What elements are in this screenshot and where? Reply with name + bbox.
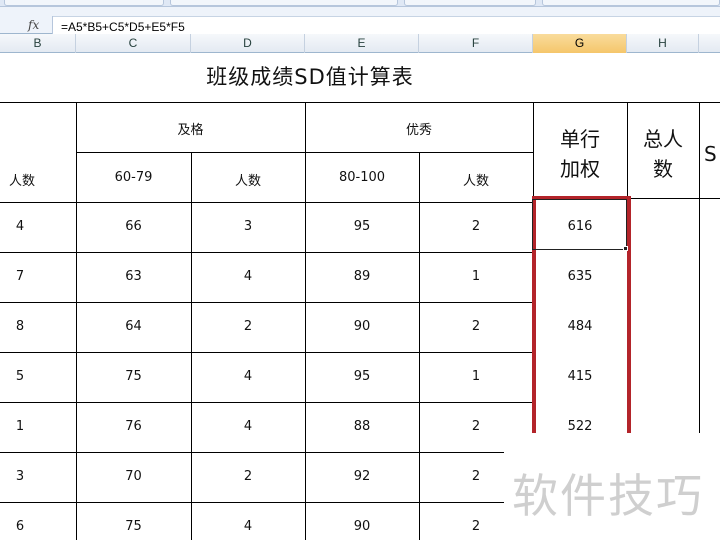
header-count-d: 人数	[234, 174, 261, 189]
sheet-title: 班级成绩SD值计算表	[206, 65, 414, 89]
cell-c[interactable]: 70	[76, 452, 191, 502]
ribbon-tab[interactable]	[170, 0, 398, 6]
cell-c[interactable]: 66	[76, 202, 191, 252]
column-header-b[interactable]: B	[0, 34, 76, 53]
cell-b[interactable]: 7	[0, 252, 40, 302]
function-icon[interactable]: fx	[28, 18, 39, 32]
cell-f[interactable]: 2	[419, 302, 533, 352]
fill-handle[interactable]	[623, 246, 628, 251]
column-header-e[interactable]: E	[305, 34, 419, 53]
column-header-c[interactable]: C	[76, 34, 191, 53]
cell-b[interactable]: 1	[0, 402, 40, 452]
cell-d[interactable]: 4	[191, 502, 305, 540]
column-header-partial[interactable]	[699, 34, 720, 53]
cell-c[interactable]: 75	[76, 352, 191, 402]
column-header-row: B C D E F G H	[0, 34, 720, 53]
cell-d[interactable]: 2	[191, 452, 305, 502]
cell-f[interactable]: 2	[419, 202, 533, 252]
ribbon-tab[interactable]	[542, 0, 720, 6]
column-header-g[interactable]: G	[533, 34, 627, 53]
header-total-line1: 总人	[643, 127, 683, 151]
cell-b[interactable]: 4	[0, 202, 40, 252]
cell-e[interactable]: 88	[305, 402, 419, 452]
cell-e[interactable]: 90	[305, 302, 419, 352]
grid-line	[0, 102, 720, 103]
cell-e[interactable]: 95	[305, 202, 419, 252]
grid-line	[699, 102, 700, 486]
header-weighted-line2: 加权	[560, 157, 600, 181]
cell-b[interactable]: 8	[0, 302, 40, 352]
watermark-text: 软件技巧	[512, 469, 704, 523]
formula-bar: fx =A5*B5+C5*D5+E5*F5	[0, 7, 720, 38]
ribbon-tab[interactable]	[4, 0, 164, 6]
cell-c[interactable]: 63	[76, 252, 191, 302]
cell-d[interactable]: 4	[191, 402, 305, 452]
cell-b[interactable]: 6	[0, 502, 40, 540]
column-header-f[interactable]: F	[419, 34, 533, 53]
ribbon-strip	[0, 0, 720, 7]
formula-text: =A5*B5+C5*D5+E5*F5	[61, 20, 185, 34]
cell-d[interactable]: 4	[191, 352, 305, 402]
cell-e[interactable]: 89	[305, 252, 419, 302]
cell-e[interactable]: 92	[305, 452, 419, 502]
ribbon-tab[interactable]	[404, 0, 536, 6]
header-excellent-group: 优秀	[405, 123, 432, 138]
header-total-line2: 数	[653, 157, 673, 181]
cell-e[interactable]: 90	[305, 502, 419, 540]
cell-d[interactable]: 3	[191, 202, 305, 252]
header-count-b: 人数	[8, 174, 35, 189]
cell-d[interactable]: 2	[191, 302, 305, 352]
header-partial-s: S	[704, 142, 717, 166]
cell-d[interactable]: 4	[191, 252, 305, 302]
header-weighted-line1: 单行	[560, 127, 600, 151]
cell-c[interactable]: 76	[76, 402, 191, 452]
column-header-h[interactable]: H	[627, 34, 699, 53]
header-count-f: 人数	[462, 174, 489, 189]
column-header-d[interactable]: D	[191, 34, 305, 53]
header-range-pass: 60-79	[114, 170, 153, 185]
cell-f[interactable]: 1	[419, 352, 533, 402]
header-range-excellent: 80-100	[338, 170, 386, 185]
cell-b[interactable]: 5	[0, 352, 40, 402]
cell-b[interactable]: 3	[0, 452, 40, 502]
cell-c[interactable]: 64	[76, 302, 191, 352]
cell-e[interactable]: 95	[305, 352, 419, 402]
header-pass-group: 及格	[177, 123, 204, 138]
active-cell-border	[532, 199, 627, 250]
cell-f[interactable]: 1	[419, 252, 533, 302]
cell-c[interactable]: 75	[76, 502, 191, 540]
